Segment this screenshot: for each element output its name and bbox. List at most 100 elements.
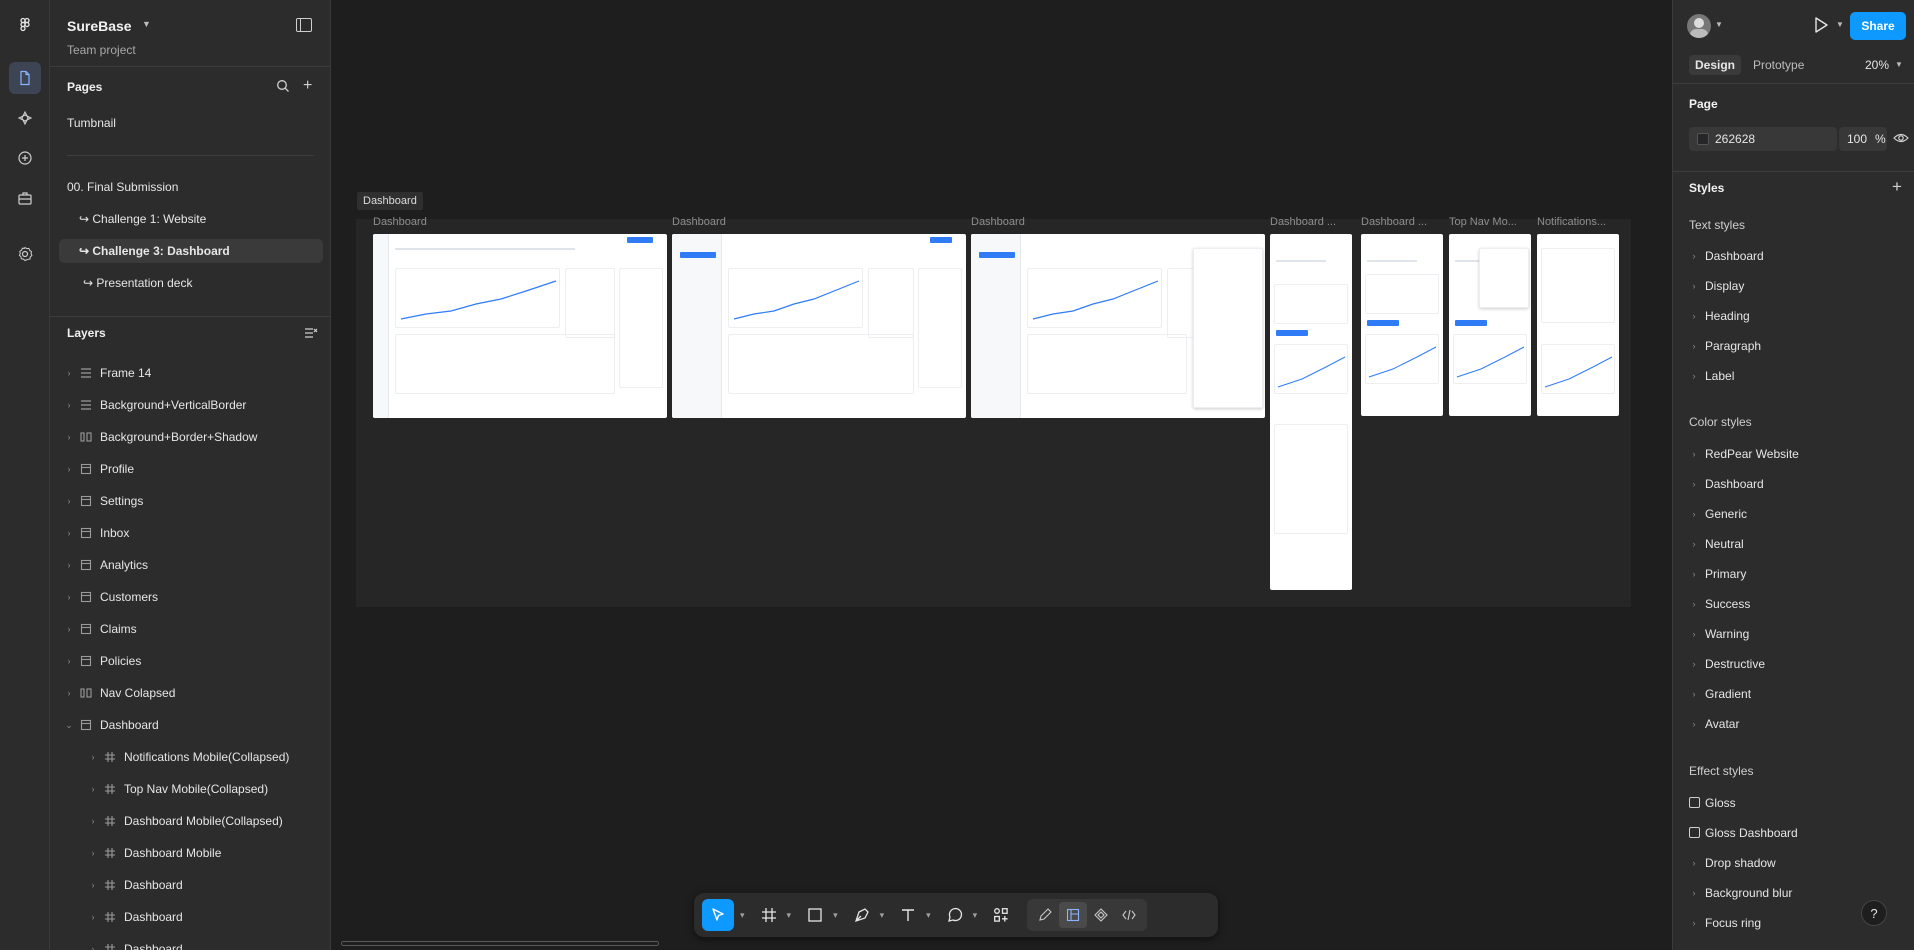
chevron-right-icon[interactable]: › — [1683, 251, 1705, 261]
layer-row[interactable]: › Analytics — [50, 553, 330, 577]
figma-menu-icon[interactable] — [9, 9, 41, 41]
layer-row[interactable]: › Policies — [50, 649, 330, 673]
page-opacity-value[interactable]: 100 — [1847, 132, 1867, 146]
section-label[interactable]: Dashboard — [357, 192, 423, 210]
layer-row[interactable]: › Dashboard Mobile — [50, 841, 330, 865]
chevron-right-icon[interactable]: › — [64, 592, 74, 602]
frame-label[interactable]: Dashboard ... — [1270, 216, 1354, 228]
color-swatch[interactable] — [1697, 133, 1709, 145]
chevron-right-icon[interactable]: › — [1683, 599, 1705, 609]
team-project-label[interactable]: Team project — [67, 43, 136, 57]
layer-row[interactable]: › Nav Colapsed — [50, 681, 330, 705]
chevron-right-icon[interactable]: › — [1683, 371, 1705, 381]
chevron-right-icon[interactable]: › — [1683, 479, 1705, 489]
frame-label[interactable]: Dashboard — [373, 216, 473, 228]
chevron-right-icon[interactable]: › — [1683, 341, 1705, 351]
dashboard-frame-thumbnail[interactable] — [373, 234, 667, 418]
chevron-right-icon[interactable]: › — [1683, 449, 1705, 459]
color-style-row[interactable]: › Success — [1683, 593, 1751, 615]
chevron-right-icon[interactable]: › — [64, 560, 74, 570]
draw-mode-button[interactable] — [1031, 902, 1059, 928]
layer-row[interactable]: › Background+Border+Shadow — [50, 425, 330, 449]
comment-tool-chevron-icon[interactable]: ▾ — [973, 910, 978, 921]
chevron-down-icon[interactable]: ⌄ — [64, 720, 74, 731]
tab-prototype[interactable]: Prototype — [1747, 55, 1810, 75]
add-page-icon[interactable]: + — [303, 77, 312, 95]
add-style-icon[interactable]: + — [1892, 177, 1902, 197]
layer-row[interactable]: › Customers — [50, 585, 330, 609]
chevron-right-icon[interactable]: › — [1683, 918, 1705, 928]
comment-tool-button[interactable] — [943, 899, 967, 931]
text-style-row[interactable]: › Paragraph — [1683, 335, 1762, 357]
effect-style-row[interactable]: › Background blur — [1683, 882, 1793, 904]
chevron-right-icon[interactable]: › — [1683, 539, 1705, 549]
canvas[interactable]: Dashboard Dashboard Dashboard Dashboard … — [331, 0, 1672, 950]
text-style-row[interactable]: › Dashboard — [1683, 245, 1764, 267]
chevron-right-icon[interactable]: › — [88, 880, 98, 890]
effect-checkbox-icon[interactable] — [1683, 826, 1705, 840]
dashboard-frame-thumbnail[interactable] — [971, 234, 1265, 418]
user-avatar[interactable] — [1687, 14, 1711, 38]
page-opacity-field[interactable]: 100 % — [1839, 127, 1887, 151]
actions-tool-button[interactable] — [989, 899, 1013, 931]
chevron-right-icon[interactable]: › — [64, 464, 74, 474]
layer-row[interactable]: › Dashboard — [50, 905, 330, 929]
mobile-frame-thumbnail[interactable] — [1449, 234, 1531, 416]
search-pages-icon[interactable] — [276, 79, 290, 96]
frame-label[interactable]: Dashboard — [971, 216, 1071, 228]
frame-label[interactable]: Top Nav Mo... — [1449, 216, 1533, 228]
color-style-row[interactable]: › Gradient — [1683, 683, 1752, 705]
page-item-tumbnail[interactable]: Tumbnail — [59, 111, 323, 135]
zoom-level[interactable]: 20% — [1865, 58, 1889, 72]
chevron-right-icon[interactable]: › — [1683, 888, 1705, 898]
color-style-row[interactable]: › Generic — [1683, 503, 1748, 525]
chevron-right-icon[interactable]: › — [1683, 858, 1705, 868]
layer-row[interactable]: › Dashboard Mobile(Collapsed) — [50, 809, 330, 833]
layer-row[interactable]: › Top Nav Mobile(Collapsed) — [50, 777, 330, 801]
mobile-frame-thumbnail[interactable] — [1361, 234, 1443, 416]
chevron-right-icon[interactable]: › — [1683, 569, 1705, 579]
effect-style-row[interactable]: › Drop shadow — [1683, 852, 1776, 874]
effect-style-row[interactable]: › Focus ring — [1683, 912, 1762, 934]
component-mode-button[interactable] — [1087, 902, 1115, 928]
text-tool-button[interactable] — [896, 899, 920, 931]
effect-style-row[interactable]: Gloss Dashboard — [1683, 822, 1798, 844]
move-tool-button[interactable] — [702, 899, 734, 931]
chevron-right-icon[interactable]: › — [88, 944, 98, 950]
chevron-right-icon[interactable]: › — [64, 528, 74, 538]
chevron-right-icon[interactable]: › — [1683, 509, 1705, 519]
color-style-row[interactable]: › Destructive — [1683, 653, 1766, 675]
present-play-icon[interactable] — [1813, 16, 1829, 37]
layer-row[interactable]: › Dashboard — [50, 937, 330, 950]
chevron-right-icon[interactable]: › — [64, 432, 74, 442]
chevron-right-icon[interactable]: › — [64, 624, 74, 634]
chevron-right-icon[interactable]: › — [64, 400, 74, 410]
page-color-field[interactable]: 262628 — [1689, 127, 1837, 151]
dev-mode-button[interactable] — [1115, 902, 1143, 928]
text-style-row[interactable]: › Display — [1683, 275, 1745, 297]
color-style-row[interactable]: › Neutral — [1683, 533, 1744, 555]
assets-icon[interactable] — [9, 102, 41, 134]
shape-tool-button[interactable] — [803, 899, 827, 931]
design-mode-button[interactable] — [1059, 902, 1088, 928]
layers-list-icon[interactable] — [304, 327, 318, 342]
page-item-challenge-3[interactable]: ↪ Challenge 3: Dashboard — [59, 239, 323, 263]
text-style-row[interactable]: › Label — [1683, 365, 1735, 387]
effect-checkbox-icon[interactable] — [1683, 796, 1705, 810]
text-style-row[interactable]: › Heading — [1683, 305, 1750, 327]
text-tool-chevron-icon[interactable]: ▾ — [926, 910, 931, 921]
layer-row[interactable]: › Dashboard — [50, 873, 330, 897]
chevron-right-icon[interactable]: › — [88, 848, 98, 858]
layer-row[interactable]: › Background+VerticalBorder — [50, 393, 330, 417]
dashboard-frame-thumbnail[interactable] — [672, 234, 966, 418]
frame-tool-chevron-icon[interactable]: ▾ — [787, 910, 792, 921]
color-style-row[interactable]: › Primary — [1683, 563, 1747, 585]
layer-row[interactable]: › Notifications Mobile(Collapsed) — [50, 745, 330, 769]
chevron-right-icon[interactable]: › — [1683, 281, 1705, 291]
chevron-right-icon[interactable]: › — [64, 656, 74, 666]
chevron-right-icon[interactable]: › — [88, 784, 98, 794]
mobile-frame-thumbnail[interactable] — [1270, 234, 1352, 590]
file-icon[interactable] — [9, 62, 41, 94]
pen-tool-button[interactable] — [850, 899, 874, 931]
chevron-right-icon[interactable]: › — [1683, 689, 1705, 699]
